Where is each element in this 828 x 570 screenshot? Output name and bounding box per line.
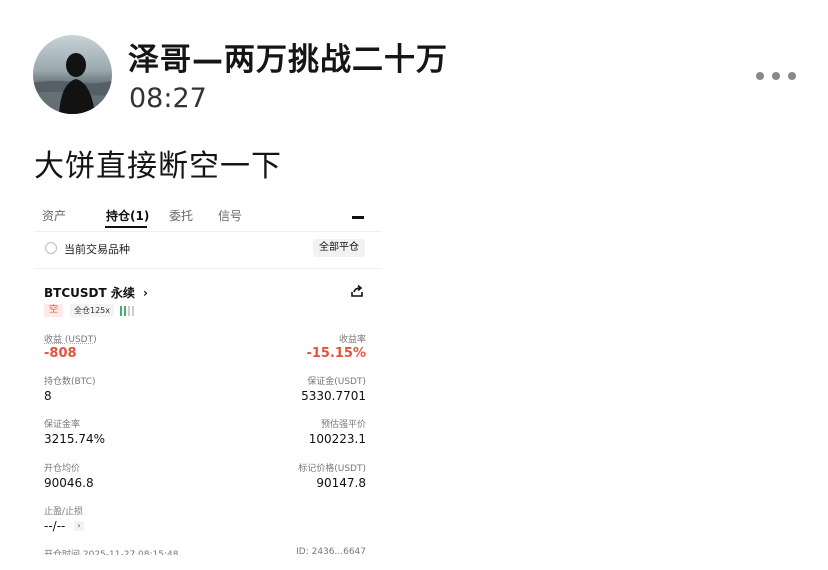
open-time: 开仓时间 2025-11-27 08:15:48 [44, 550, 179, 555]
entry-price-label: 开仓均价 [44, 464, 81, 474]
roe-value: -15.15% [306, 346, 366, 361]
chevron-right-icon[interactable]: › [74, 521, 84, 531]
bottom-row-cut: 开仓时间 2025-11-27 08:15:48 ID: 2436...6647 [34, 547, 382, 555]
liq-price-value: 100223.1 [308, 432, 366, 446]
order-id: ID: 2436...6647 [296, 547, 366, 555]
more-dot [788, 72, 796, 80]
margin-ratio-label: 保证金率 [44, 420, 81, 430]
pnl-label: 收益 (USDT) [44, 335, 97, 345]
share-icon[interactable] [350, 284, 364, 298]
tab-divider [34, 231, 382, 232]
close-all-button[interactable]: 全部平仓 [313, 239, 365, 257]
margin-ratio-value: 3215.74% [44, 432, 106, 446]
margin-value: 5330.7701 [301, 389, 366, 403]
more-dot [772, 72, 780, 80]
author-name[interactable]: 泽哥—两万挑战二十万 [128, 34, 448, 79]
chevron-right-icon: › [143, 286, 148, 300]
mark-price-label: 标记价格(USDT) [298, 464, 366, 474]
symbol-name: BTCUSDT 永续 [44, 286, 135, 300]
signal-icon [120, 305, 136, 316]
tpsl-value[interactable]: --/-- [44, 519, 65, 533]
leverage-tag: 全仓125x [70, 304, 115, 317]
more-icon[interactable] [756, 68, 796, 84]
current-symbol-label: 当前交易品种 [64, 243, 130, 256]
current-symbol-radio[interactable] [45, 242, 57, 254]
margin-label: 保证金(USDT) [307, 377, 366, 387]
roe-label: 收益率 [338, 335, 366, 345]
tpsl-label: 止盈/止损 [44, 507, 84, 517]
section-divider [34, 268, 382, 269]
tab-bar: 资产 持仓(1) 委托 信号 [34, 205, 382, 231]
tab-signals[interactable]: 信号 [218, 207, 242, 224]
avatar-image [33, 35, 112, 114]
attached-screenshot[interactable]: 资产 持仓(1) 委托 信号 当前交易品种 全部平仓 BTCUSDT 永续 › … [34, 205, 382, 555]
post-time: 08:27 [129, 83, 207, 114]
tab-orders[interactable]: 委托 [169, 207, 193, 224]
entry-price-value: 90046.8 [44, 476, 94, 490]
tab-positions[interactable]: 持仓(1) [106, 207, 149, 224]
side-tag: 空 [44, 304, 64, 317]
menu-icon[interactable] [352, 216, 364, 219]
tab-assets[interactable]: 资产 [42, 207, 66, 224]
active-tab-indicator [105, 226, 147, 228]
size-label: 持仓数(BTC) [44, 377, 96, 387]
size-value: 8 [44, 389, 52, 403]
liq-price-label: 预估强平价 [320, 420, 366, 430]
more-dot [756, 72, 764, 80]
avatar[interactable] [33, 35, 112, 114]
symbol-title[interactable]: BTCUSDT 永续 › [44, 284, 148, 301]
post-text: 大饼直接断空一下 [34, 149, 282, 184]
mark-price-value: 90147.8 [316, 476, 366, 490]
pnl-value: -808 [44, 346, 77, 361]
